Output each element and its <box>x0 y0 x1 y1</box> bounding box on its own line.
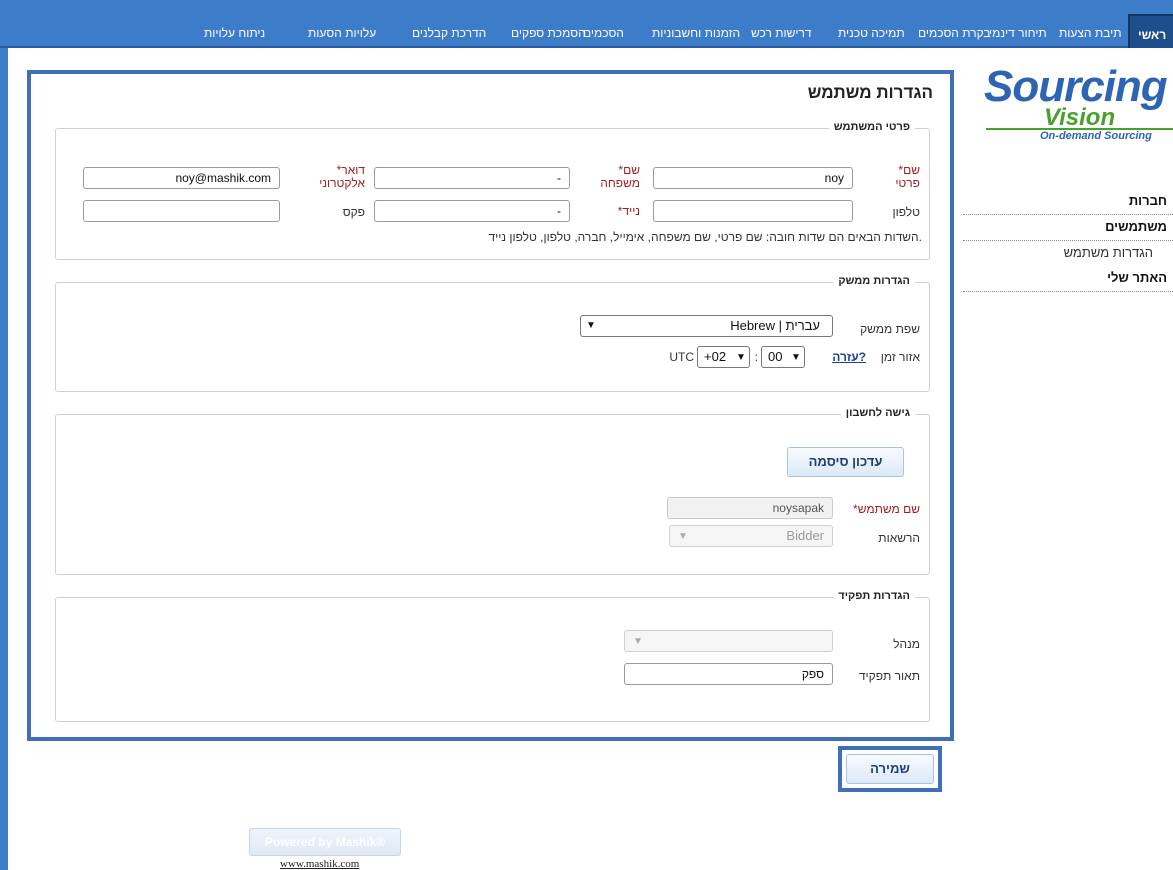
first-name-input[interactable]: noy <box>653 167 853 189</box>
username-label: *שם משתמש <box>853 502 920 516</box>
account-access-legend: גישה לחשבון <box>840 407 915 419</box>
permissions-label: הרשאות <box>878 531 920 545</box>
mashik-website-link[interactable]: www.mashik.com <box>280 858 359 870</box>
nav-item-agreements[interactable]: הסכמים <box>583 26 624 40</box>
timezone-separator: : <box>754 350 758 364</box>
language-select[interactable]: Hebrew | עברית <box>580 315 833 337</box>
mobile-label: *נייד <box>617 204 640 218</box>
nav-item-tech-support[interactable]: תמיכה טכנית <box>838 26 905 40</box>
chevron-down-icon: ▼ <box>791 352 801 363</box>
role-settings-legend: הגדרות תפקיד <box>833 590 915 602</box>
manager-label: מנהל <box>893 637 920 651</box>
timezone-hours-select[interactable]: +02 ▼ <box>697 346 750 368</box>
sourcing-vision-logo: Sourcing Vision On-demand Sourcing <box>978 62 1173 152</box>
language-label: שפת ממשק <box>860 322 920 336</box>
last-name-input[interactable]: - <box>374 167 570 189</box>
update-password-button[interactable]: עדכון סיסמה <box>787 447 904 477</box>
chevron-down-icon: ▼ <box>736 352 746 363</box>
timezone-help-link[interactable]: עזרה? <box>818 350 866 364</box>
chevron-down-icon: ▼ <box>633 636 643 647</box>
timezone-minutes-select[interactable]: 00 ▼ <box>761 346 805 368</box>
page-title: הגדרות משתמש <box>807 83 933 102</box>
chevron-down-icon: ▼ <box>586 320 596 331</box>
username-input: noysapak <box>667 497 833 519</box>
email-label: *דואר אלקטרוני <box>319 163 365 190</box>
nav-item-purchase-requests[interactable]: דרישות רכש <box>751 26 812 40</box>
left-accent-bar <box>0 48 8 870</box>
chevron-down-icon: ▼ <box>678 531 688 542</box>
fax-label: פקס <box>342 205 365 219</box>
interface-settings-legend: הגדרות ממשק <box>833 275 915 287</box>
role-description-input[interactable]: ספק <box>624 663 833 685</box>
first-name-label: *שם פרטי <box>895 163 920 190</box>
phone-label: טלפון <box>892 205 920 219</box>
phone-input[interactable] <box>653 200 853 222</box>
nav-item-home[interactable]: ראשי <box>1128 14 1173 48</box>
save-button[interactable]: שמירה <box>846 754 934 784</box>
permissions-select: Bidder ▼ <box>669 525 833 547</box>
role-description-label: תאור תפקיד <box>858 669 920 683</box>
nav-item-contractor-training[interactable]: הדרכת קבלנים <box>412 26 486 40</box>
sidebar-item-users[interactable]: משתמשים <box>963 219 1173 241</box>
manager-select: ▼ <box>624 630 833 652</box>
nav-item-agreement-control[interactable]: בקרת הסכמים <box>918 26 991 40</box>
email-input[interactable]: noy@mashik.com <box>83 167 280 189</box>
nav-item-bid-box[interactable]: תיבת הצעות <box>1059 26 1122 40</box>
nav-item-dynamic-auction[interactable]: תיחור דינמי <box>989 26 1047 40</box>
nav-item-orders-invoices[interactable]: הזמנות וחשבוניות <box>652 26 740 40</box>
nav-item-supplier-certification[interactable]: הסמכת ספקים <box>511 26 586 40</box>
sidebar-item-companies[interactable]: חברות <box>963 193 1173 215</box>
fax-input[interactable] <box>83 200 280 222</box>
last-name-label: *שם משפחה <box>600 163 640 190</box>
nav-item-cost-analysis[interactable]: ניתוח עלויות <box>204 26 265 40</box>
account-access-section: גישה לחשבון <box>55 407 930 575</box>
powered-by-badge: Powered by Mashik® <box>249 828 401 856</box>
nav-item-transport-costs[interactable]: עלויות הסעות <box>308 26 376 40</box>
sidebar-item-user-settings[interactable]: הגדרות משתמש <box>963 245 1173 267</box>
timezone-label: אזור זמן <box>880 350 920 364</box>
user-details-legend: פרטי המשתמש <box>828 121 915 133</box>
mobile-input[interactable]: - <box>374 200 570 222</box>
top-navigation-bar: ראשי תיבת הצעות תיחור דינמי בקרת הסכמים … <box>0 0 1173 48</box>
role-settings-section: הגדרות תפקיד <box>55 590 930 722</box>
required-fields-note: השדות הבאים הם שדות חובה: שם פרטי, שם מש… <box>488 230 922 244</box>
sidebar-item-my-site[interactable]: האתר שלי <box>963 270 1173 292</box>
interface-settings-section: הגדרות ממשק <box>55 275 930 392</box>
utc-label: UTC <box>669 350 694 364</box>
